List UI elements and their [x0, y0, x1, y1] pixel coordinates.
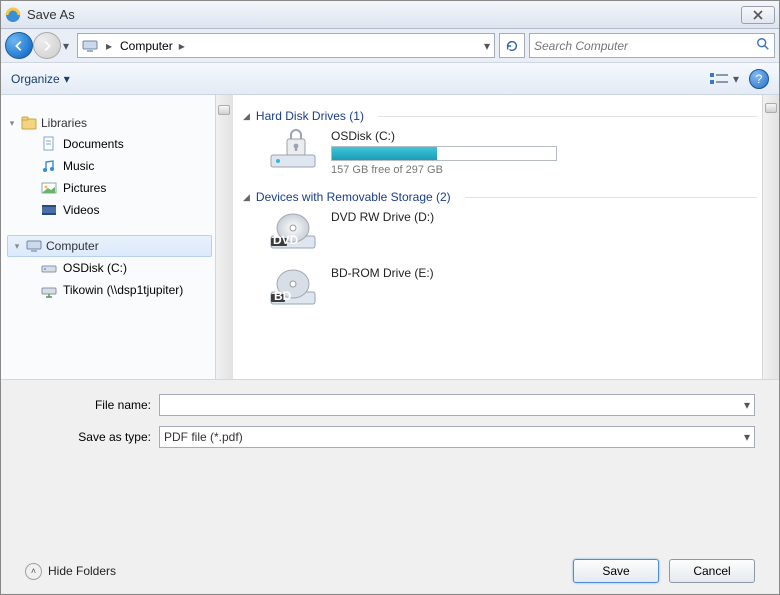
collapse-toggle[interactable]: ◢: [243, 111, 250, 122]
section-hard-disk-drives[interactable]: ◢ Hard Disk Drives (1): [243, 109, 757, 123]
expand-toggle[interactable]: ▾: [12, 241, 22, 252]
dvd-icon: DVD: [269, 210, 317, 252]
collapse-toggle[interactable]: ◢: [243, 192, 250, 203]
sidebar-computer-node[interactable]: ▾ Computer: [7, 235, 212, 257]
hdd-locked-icon: [269, 129, 317, 171]
breadcrumb[interactable]: ▸ Computer ▸ ▾: [77, 33, 495, 58]
sidebar-item-music[interactable]: Music: [7, 155, 232, 177]
pictures-icon: [41, 180, 57, 196]
section-title: Hard Disk Drives (1): [256, 109, 364, 123]
sidebar-item-pictures[interactable]: Pictures: [7, 177, 232, 199]
drive-osdisk[interactable]: OSDisk (C:) 157 GB free of 297 GB: [269, 129, 757, 176]
close-button[interactable]: [741, 6, 775, 24]
network-drive-icon: [41, 282, 57, 298]
chevron-up-icon: ˄: [25, 563, 42, 580]
sidebar-item-label: Documents: [63, 137, 124, 151]
main-scrollbar[interactable]: [762, 95, 779, 379]
organize-button[interactable]: Organize ▾: [11, 72, 70, 86]
hide-folders-label: Hide Folders: [48, 564, 116, 578]
drive-name: BD-ROM Drive (E:): [331, 266, 434, 280]
save-button[interactable]: Save: [573, 559, 659, 583]
organize-label: Organize: [11, 72, 60, 86]
help-button[interactable]: ?: [749, 69, 769, 89]
sidebar: ▾ Libraries Documents Music Pictures Vid…: [1, 95, 233, 379]
libraries-label: Libraries: [41, 116, 87, 130]
breadcrumb-location[interactable]: Computer: [116, 34, 177, 57]
drive-name: DVD RW Drive (D:): [331, 210, 434, 224]
music-icon: [41, 158, 57, 174]
nav-row: ▾ ▸ Computer ▸ ▾: [1, 29, 779, 63]
capacity-text: 157 GB free of 297 GB: [331, 164, 557, 176]
section-title: Devices with Removable Storage (2): [256, 190, 451, 204]
svg-text:DVD: DVD: [273, 233, 299, 247]
sidebar-item-label: Music: [63, 159, 94, 173]
documents-icon: [41, 136, 57, 152]
sidebar-item-label: Videos: [63, 203, 99, 217]
chevron-down-icon[interactable]: ▾: [744, 430, 750, 444]
view-icon: [709, 71, 731, 87]
search-input[interactable]: [534, 39, 756, 53]
bottom-panel: File name: ▾ Save as type: PDF file (*.p…: [1, 379, 779, 593]
toolbar: Organize ▾ ▾ ?: [1, 63, 779, 95]
chevron-down-icon: ▾: [733, 72, 739, 86]
hide-folders-button[interactable]: ˄ Hide Folders: [25, 563, 116, 580]
body: ▾ Libraries Documents Music Pictures Vid…: [1, 95, 779, 379]
sidebar-item-documents[interactable]: Documents: [7, 133, 232, 155]
view-mode-button[interactable]: ▾: [709, 71, 739, 87]
sidebar-item-label: Pictures: [63, 181, 106, 195]
sidebar-item-videos[interactable]: Videos: [7, 199, 232, 221]
sidebar-item-label: OSDisk (C:): [63, 261, 127, 275]
save-type-label: Save as type:: [25, 430, 151, 444]
breadcrumb-arrow[interactable]: ▸: [177, 34, 189, 57]
save-type-field[interactable]: PDF file (*.pdf) ▾: [159, 426, 755, 448]
save-type-value: PDF file (*.pdf): [164, 430, 744, 444]
forward-button[interactable]: [33, 32, 61, 59]
computer-label: Computer: [46, 239, 99, 253]
file-name-label: File name:: [25, 398, 151, 412]
refresh-icon: [505, 39, 519, 53]
ie-icon: [5, 7, 21, 23]
sidebar-item-osdisk[interactable]: OSDisk (C:): [7, 257, 232, 279]
sidebar-scrollbar[interactable]: [215, 95, 232, 379]
breadcrumb-dropdown[interactable]: ▾: [484, 39, 494, 53]
chevron-down-icon: ▾: [64, 72, 70, 86]
svg-text:BD: BD: [274, 289, 292, 303]
title-bar: Save As: [1, 1, 779, 29]
drive-name: OSDisk (C:): [331, 129, 557, 143]
history-dropdown[interactable]: ▾: [59, 39, 73, 53]
sidebar-libraries-node[interactable]: ▾ Libraries: [7, 113, 232, 133]
search-icon[interactable]: [756, 37, 770, 54]
section-removable-storage[interactable]: ◢ Devices with Removable Storage (2): [243, 190, 757, 204]
libraries-icon: [21, 115, 37, 131]
capacity-bar: [331, 146, 557, 161]
drive-bdrom[interactable]: BD BD-ROM Drive (E:): [269, 266, 757, 308]
hdd-icon: [41, 260, 57, 276]
cancel-button[interactable]: Cancel: [669, 559, 755, 583]
sidebar-item-network-drive[interactable]: Tikowin (\\dsp1tjupiter): [7, 279, 232, 301]
expand-toggle[interactable]: ▾: [7, 118, 17, 129]
search-box[interactable]: [529, 33, 775, 58]
drive-dvd[interactable]: DVD DVD RW Drive (D:): [269, 210, 757, 252]
main-pane: ◢ Hard Disk Drives (1) OSDisk (C:) 157 G…: [233, 95, 779, 379]
computer-icon: [26, 238, 42, 254]
breadcrumb-root-arrow[interactable]: ▸: [104, 34, 116, 57]
chevron-down-icon[interactable]: ▾: [744, 398, 750, 412]
window-title: Save As: [27, 7, 741, 22]
refresh-button[interactable]: [499, 33, 525, 58]
bd-icon: BD: [269, 266, 317, 308]
help-icon: ?: [756, 72, 763, 86]
computer-icon: [82, 38, 98, 54]
file-name-field[interactable]: ▾: [159, 394, 755, 416]
sidebar-item-label: Tikowin (\\dsp1tjupiter): [63, 283, 183, 297]
back-button[interactable]: [5, 32, 33, 59]
videos-icon: [41, 202, 57, 218]
